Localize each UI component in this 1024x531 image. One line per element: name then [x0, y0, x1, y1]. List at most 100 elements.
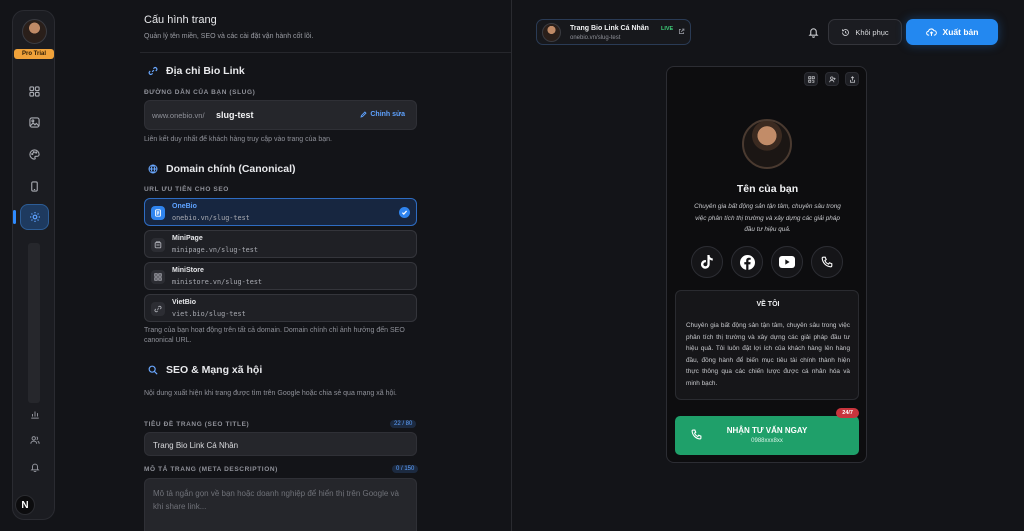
domain-option-ministore[interactable]: MiniStore ministore.vn/slug-test — [144, 262, 417, 290]
domain-option-url: onebio.vn/slug-test — [172, 214, 250, 222]
publish-button[interactable]: Xuất bản — [906, 19, 998, 45]
about-heading: VỀ TÔI — [756, 301, 780, 308]
section-bio-link-title: Địa chỉ Bio Link — [166, 65, 245, 77]
nav-dashboard[interactable] — [20, 78, 49, 104]
cloud-upload-icon — [925, 28, 937, 36]
domain-label: URL ƯU TIÊN CHO SEO — [144, 186, 229, 193]
phone-call-button[interactable] — [811, 246, 843, 278]
tiktok-icon — [700, 255, 713, 269]
domain-option-name: MiniPage — [172, 235, 203, 242]
restore-label: Khôi phục — [855, 27, 889, 37]
share-icon — [849, 75, 855, 83]
nav-notifications[interactable] — [20, 454, 49, 480]
active-nav-indicator — [13, 210, 16, 224]
domain-option-onebio[interactable]: OneBio onebio.vn/slug-test — [144, 198, 417, 226]
domain-option-name: OneBio — [172, 203, 197, 210]
rail-scrollbar[interactable] — [28, 243, 40, 403]
history-icon — [842, 28, 850, 36]
qr-code-button[interactable] — [804, 72, 818, 86]
users-icon — [29, 436, 40, 444]
page-subtitle: Quản lý tên miền, SEO và các cài đặt vận… — [144, 33, 314, 40]
slug-field[interactable]: www.onebio.vn/ slug-test Chỉnh sửa — [144, 100, 417, 130]
nav-theme[interactable] — [20, 141, 49, 167]
seo-hint: Nội dung xuất hiện khi trang được tìm tr… — [144, 390, 397, 397]
facebook-icon — [739, 254, 755, 270]
tiktok-button[interactable] — [691, 246, 723, 278]
phone-device-icon — [31, 180, 38, 192]
edit-slug-label: Chỉnh sửa — [370, 111, 405, 118]
domain-option-url: minipage.vn/slug-test — [172, 246, 258, 254]
seo-title-label: TIÊU ĐỀ TRANG (SEO TITLE) — [144, 421, 250, 428]
settings-icon — [29, 212, 40, 222]
domain-option-name: VietBio — [172, 299, 196, 306]
domain-option-minipage[interactable]: MiniPage minipage.vn/slug-test — [144, 230, 417, 258]
store-grid-icon — [151, 270, 165, 284]
image-icon — [29, 116, 40, 128]
link-icon — [151, 302, 165, 316]
slug-hint: Liên kết duy nhất để khách hàng truy cập… — [144, 136, 332, 143]
profile-avatar — [742, 119, 792, 169]
meta-description-label: MÔ TẢ TRANG (META DESCRIPTION) — [144, 466, 278, 473]
availability-badge: 24/7 — [836, 408, 859, 418]
live-badge: LIVE — [661, 26, 674, 32]
share-button[interactable] — [845, 72, 859, 86]
page-avatar — [542, 23, 561, 42]
restore-button[interactable]: Khôi phục — [828, 19, 902, 45]
app-logo-badge[interactable]: N — [15, 495, 35, 515]
domain-option-url: viet.bio/slug-test — [172, 310, 246, 318]
link-icon — [148, 66, 158, 76]
page-name: Trang Bio Link Cá Nhân — [570, 25, 649, 32]
section-domain: Domain chính (Canonical) — [148, 163, 296, 175]
external-link-icon[interactable] — [678, 28, 685, 35]
nav-users[interactable] — [20, 427, 49, 453]
nav-analytics[interactable] — [20, 401, 49, 427]
meta-description-placeholder: Mô tả ngắn gọn về bạn hoặc doanh nghiệp … — [153, 489, 399, 511]
domain-option-vietbio[interactable]: VietBio viet.bio/slug-test — [144, 294, 417, 322]
document-icon — [151, 206, 165, 220]
section-bio-link: Địa chỉ Bio Link — [148, 65, 245, 77]
seo-title-counter: 22 / 80 — [390, 420, 417, 428]
panel-divider — [511, 0, 512, 531]
cta-title: NHẬN TƯ VẤN NGAY — [726, 426, 808, 435]
edit-slug-button[interactable]: Chỉnh sửa — [360, 111, 405, 118]
slug-label: ĐƯỜNG DẪN CỦA BẠN (SLUG) — [144, 89, 256, 96]
left-rail: Pro Trial — [12, 10, 55, 520]
chart-icon — [30, 411, 39, 419]
globe-icon — [148, 164, 158, 174]
facebook-button[interactable] — [731, 246, 763, 278]
palette-icon — [29, 148, 40, 160]
pencil-icon — [360, 111, 367, 118]
profile-bio: Chuyên gia bất động sản tận tâm, chuyên … — [694, 203, 841, 233]
profile-button[interactable] — [825, 72, 839, 86]
qr-code-icon — [807, 75, 815, 83]
notification-bell-icon[interactable] — [808, 26, 819, 38]
check-icon — [399, 207, 410, 218]
meta-description-textarea[interactable]: Mô tả ngắn gọn về bạn hoặc doanh nghiệp … — [144, 478, 417, 531]
section-seo: SEO & Mạng xã hội — [148, 364, 262, 376]
header-divider — [140, 52, 512, 53]
settings-panel: Cấu hình trang Quản lý tên miền, SEO và … — [128, 0, 512, 531]
user-avatar[interactable] — [22, 19, 47, 44]
grid-icon — [29, 85, 40, 97]
domain-option-url: ministore.vn/slug-test — [172, 278, 263, 286]
page-title: Cấu hình trang — [144, 14, 217, 26]
meta-description-counter: 0 / 150 — [392, 465, 419, 473]
consult-cta-button[interactable]: 24/7 NHẬN TƯ VẤN NGAY 0988xxx8xx — [675, 408, 859, 455]
seo-title-input[interactable]: Trang Bio Link Cá Nhân — [144, 432, 417, 456]
cta-phone: 0988xxx8xx — [751, 438, 783, 444]
seo-title-value: Trang Bio Link Cá Nhân — [153, 441, 239, 450]
page-info-pill[interactable]: Trang Bio Link Cá Nhân LIVE onebio.vn/sl… — [536, 19, 691, 45]
slug-prefix: www.onebio.vn/ — [152, 111, 205, 120]
nav-mobile[interactable] — [20, 173, 49, 199]
mobile-preview: Tên của bạn Chuyên gia bất động sản tận … — [666, 66, 867, 463]
publish-label: Xuất bản — [942, 27, 979, 37]
page-url: onebio.vn/slug-test — [570, 35, 621, 41]
user-plus-icon — [828, 75, 836, 82]
nav-settings[interactable] — [20, 204, 49, 230]
profile-name: Tên của bạn — [736, 183, 799, 195]
domain-option-name: MiniStore — [172, 267, 204, 274]
youtube-button[interactable] — [771, 246, 803, 278]
phone-icon — [821, 256, 833, 268]
about-text: Chuyên gia bất động sản tận tâm, chuyên … — [686, 322, 850, 387]
nav-media[interactable] — [20, 109, 49, 135]
